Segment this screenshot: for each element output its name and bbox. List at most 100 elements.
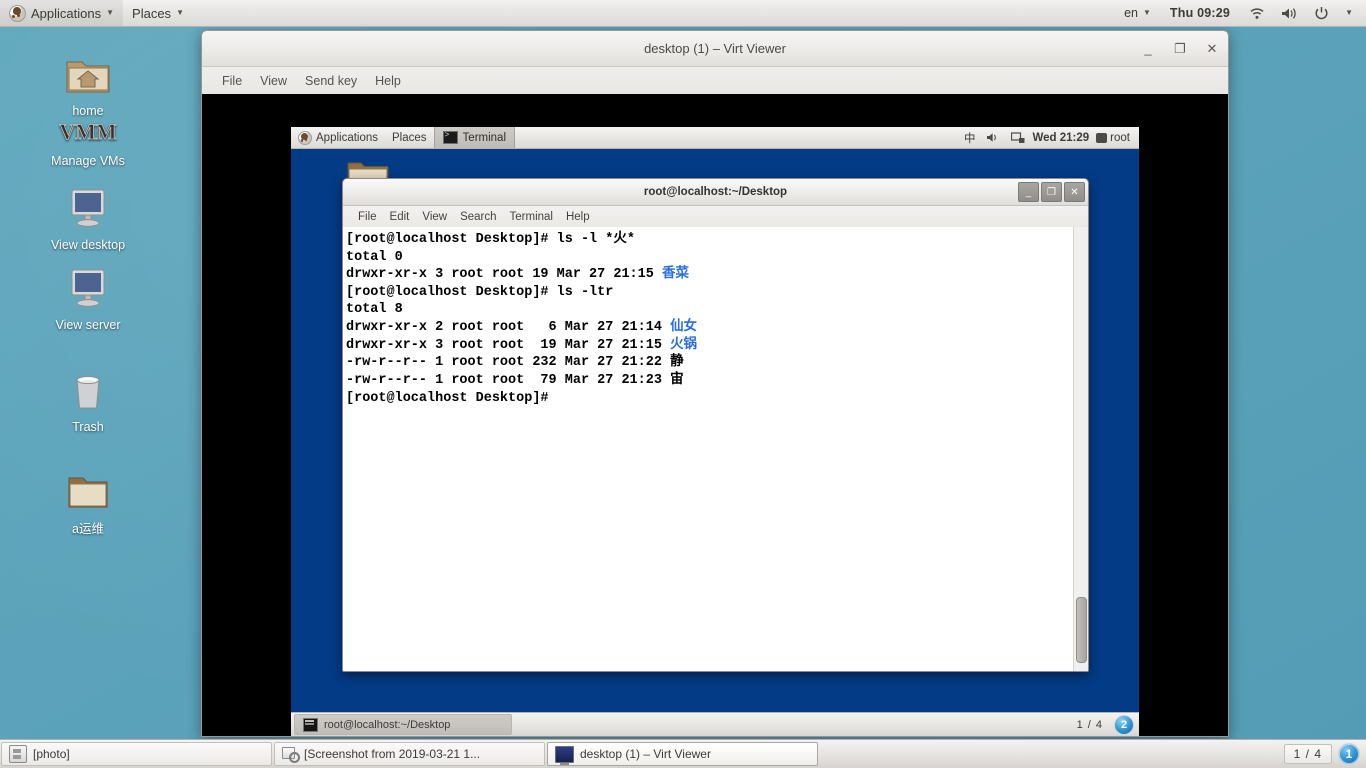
terminal-text: [root@localhost Desktop]# ls -ltr [346, 285, 613, 300]
menu-file[interactable]: File [352, 209, 383, 225]
host-applications-menu[interactable]: Applications ▼ [0, 0, 123, 26]
terminal-titlebar[interactable]: root@localhost:~/Desktop _ ❐ ✕ [343, 179, 1088, 206]
host-keyboard-layout[interactable]: en ▼ [1117, 0, 1158, 26]
host-system-menu-caret[interactable]: ▼ [1338, 0, 1360, 26]
host-places-menu[interactable]: Places ▼ [123, 0, 193, 26]
minimize-button[interactable]: _ [1018, 182, 1039, 202]
gnome-foot-icon [9, 5, 26, 22]
guest-places-menu[interactable]: Places [385, 127, 434, 148]
desktop-icon-trash[interactable]: Trash [28, 368, 148, 434]
guest-taskbar-item-terminal[interactable]: root@localhost:~/Desktop [294, 714, 512, 735]
guest-workspace-count: 1 / 4 [1071, 718, 1109, 732]
vmm-icon: VMM [28, 118, 148, 150]
terminal-body[interactable]: [root@localhost Desktop]# ls -l *火*total… [343, 227, 1088, 671]
terminal-dir-name: 香菜 [662, 267, 689, 282]
guest-status-area: 中 Wed 21 [960, 127, 1139, 148]
terminal-text: [root@localhost Desktop]# [346, 391, 549, 406]
user-icon [1096, 133, 1107, 143]
chevron-down-icon: ▼ [176, 9, 184, 17]
menu-help[interactable]: Help [367, 71, 409, 91]
home-folder-icon [28, 52, 148, 100]
volume-icon[interactable] [1274, 0, 1305, 26]
host-status-area: en ▼ Thu 09:29 [1117, 0, 1366, 26]
terminal-dir-name: 火锅 [670, 338, 697, 353]
power-icon[interactable] [1307, 0, 1336, 26]
menu-send-key[interactable]: Send key [297, 71, 365, 91]
terminal-icon [303, 718, 318, 732]
guest-window-list-label: Terminal [463, 132, 506, 144]
host-workspace-count: 1 / 4 [1284, 744, 1332, 764]
terminal-line: total 8 [346, 301, 1073, 319]
desktop-icon-home[interactable]: home [28, 52, 148, 118]
desktop-icon-label: home [72, 104, 103, 118]
menu-edit[interactable]: Edit [384, 209, 416, 225]
close-button[interactable]: ✕ [1064, 182, 1085, 202]
taskbar-item-label: desktop (1) – Virt Viewer [580, 747, 711, 761]
guest-user-label: root [1110, 132, 1130, 144]
screenshot-icon [282, 746, 298, 762]
maximize-button[interactable]: ❐ [1172, 42, 1188, 55]
terminal-text: 静 [670, 355, 684, 370]
menu-view[interactable]: View [416, 209, 453, 225]
terminal-dir-name: 仙女 [670, 320, 697, 335]
desktop-icon-view-desktop[interactable]: View desktop [28, 186, 148, 252]
close-button[interactable]: ✕ [1204, 42, 1220, 55]
guest-workspace-switcher: 1 / 4 2 [1071, 715, 1139, 735]
terminal-text: drwxr-xr-x 2 root root 6 Mar 27 21:14 [346, 320, 670, 335]
host-clock[interactable]: Thu 09:29 [1160, 6, 1240, 20]
desktop-icon-manage-vms[interactable]: VMM Manage VMs [28, 118, 148, 168]
virt-viewer-titlebar[interactable]: desktop (1) – Virt Viewer _ ❐ ✕ [202, 31, 1228, 67]
guest-input-method[interactable]: 中 [960, 130, 980, 146]
network-icon[interactable] [1007, 132, 1029, 144]
terminal-line: total 0 [346, 249, 1073, 267]
terminal-scrollbar-thumb[interactable] [1076, 597, 1087, 663]
menu-file[interactable]: File [214, 71, 250, 91]
guest-places-label: Places [392, 132, 427, 144]
menu-terminal[interactable]: Terminal [504, 209, 559, 225]
maximize-button[interactable]: ❐ [1041, 182, 1062, 202]
monitor-icon [28, 266, 148, 314]
guest-clock[interactable]: Wed 21:29 [1032, 132, 1089, 144]
desktop-icon-view-server[interactable]: View server [28, 266, 148, 332]
desktop-icon-label: View desktop [51, 238, 125, 252]
guest-desktop: Applications Places Terminal 中 [291, 127, 1139, 736]
virt-viewer-icon [555, 746, 574, 763]
guest-workspace-current-badge[interactable]: 2 [1114, 715, 1134, 735]
guest-window-list-terminal[interactable]: Terminal [434, 127, 515, 148]
terminal-line: [root@localhost Desktop]# ls -ltr [346, 284, 1073, 302]
taskbar-item-screenshot[interactable]: [Screenshot from 2019-03-21 1... [274, 742, 545, 766]
terminal-text: total 0 [346, 250, 403, 265]
trash-icon [28, 368, 148, 416]
terminal-title: root@localhost:~/Desktop [644, 186, 787, 198]
wifi-icon[interactable] [1242, 0, 1272, 26]
terminal-scrollbar[interactable] [1073, 227, 1088, 671]
terminal-line: drwxr-xr-x 3 root root 19 Mar 27 21:15 香… [346, 266, 1073, 284]
desktop-icon-a-yunwei[interactable]: a运维 [28, 470, 148, 536]
photo-icon [9, 745, 27, 763]
virt-viewer-window-controls: _ ❐ ✕ [1140, 31, 1220, 66]
virt-viewer-window: desktop (1) – Virt Viewer _ ❐ ✕ File Vie… [201, 30, 1229, 737]
terminal-line: drwxr-xr-x 2 root root 6 Mar 27 21:14 仙女 [346, 319, 1073, 337]
chevron-down-icon: ▼ [1345, 9, 1353, 17]
menu-search[interactable]: Search [454, 209, 502, 225]
taskbar-item-photo[interactable]: [photo] [1, 742, 272, 766]
taskbar-item-virt-viewer[interactable]: desktop (1) – Virt Viewer [547, 742, 818, 766]
terminal-output[interactable]: [root@localhost Desktop]# ls -l *火*total… [343, 227, 1073, 671]
host-desktop: Applications ▼ Places ▼ en ▼ Thu 09:29 [0, 0, 1366, 768]
host-workspace-current-badge[interactable]: 1 [1338, 743, 1360, 765]
virt-viewer-menubar: File View Send key Help [202, 67, 1228, 95]
terminal-text: drwxr-xr-x 3 root root 19 Mar 27 21:15 [346, 267, 662, 282]
menu-view[interactable]: View [252, 71, 295, 91]
minimize-button[interactable]: _ [1140, 42, 1156, 55]
guest-applications-menu[interactable]: Applications [291, 127, 385, 148]
terminal-text: 宙 [670, 373, 684, 388]
guest-user-menu[interactable]: root [1092, 132, 1134, 144]
virt-viewer-viewport: Applications Places Terminal 中 [202, 94, 1228, 736]
host-top-panel: Applications ▼ Places ▼ en ▼ Thu 09:29 [0, 0, 1366, 27]
desktop-icon-label: Trash [72, 420, 104, 434]
taskbar-item-label: [photo] [33, 747, 70, 761]
volume-icon[interactable] [982, 132, 1004, 143]
svg-text:VMM: VMM [59, 119, 117, 144]
desktop-icon-label: a运维 [72, 522, 104, 536]
menu-help[interactable]: Help [560, 209, 596, 225]
